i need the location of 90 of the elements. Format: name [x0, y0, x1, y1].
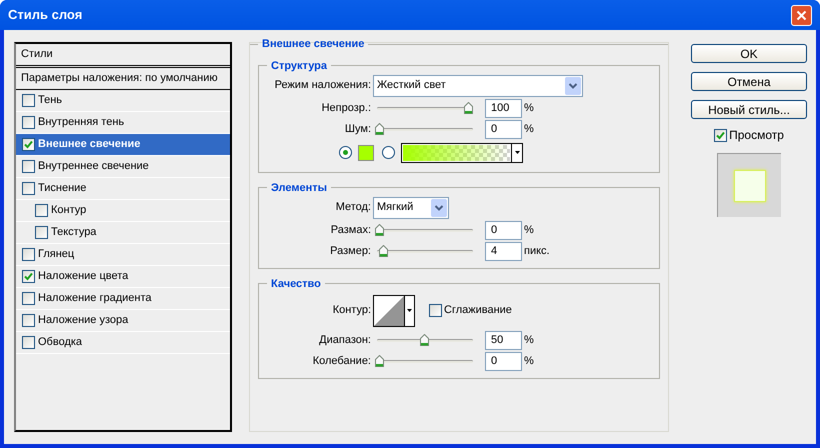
style-label: Контур	[51, 203, 86, 218]
style-label: Текстура	[51, 225, 96, 240]
checkbox[interactable]	[22, 160, 35, 173]
field-label: Диапазон:	[318, 332, 372, 348]
style-label: Глянец	[38, 247, 74, 262]
style-label: Наложение узора	[38, 313, 128, 328]
slider-thumb[interactable]	[375, 123, 384, 135]
checkbox[interactable]	[714, 128, 728, 142]
preview-thumbnail	[717, 153, 781, 217]
style-list-item[interactable]: Наложение градиента	[16, 288, 230, 310]
style-label: Внутреннее свечение	[38, 159, 149, 174]
unit-label: %	[524, 354, 534, 369]
number-field[interactable]: 50	[485, 330, 522, 350]
style-list-item[interactable]: Внутреннее свечение	[16, 156, 230, 178]
field-label: Размер:	[329, 244, 372, 259]
field-label: Размах:	[330, 222, 372, 238]
style-list-item[interactable]: Внешнее свечение	[16, 134, 230, 156]
radio-button[interactable]	[339, 146, 352, 159]
field-label: Режим наложения:	[274, 78, 372, 94]
close-icon	[796, 10, 807, 20]
checkbox-label: Сглаживание	[444, 303, 512, 318]
field-label: Колебание:	[312, 354, 372, 369]
style-list-item[interactable]: Глянец	[16, 244, 230, 266]
chevron-down-icon	[565, 76, 581, 94]
field-label: Шум:	[344, 122, 372, 137]
style-list-item[interactable]: Контур	[16, 200, 230, 222]
number-field[interactable]: 4	[485, 242, 522, 260]
dropdown[interactable]: Мягкий	[373, 196, 449, 218]
gradient-picker[interactable]	[401, 142, 523, 162]
caret-icon	[407, 309, 412, 312]
field-label: Непрозр.:	[320, 100, 372, 116]
checkbox-label: Просмотр	[729, 127, 784, 144]
slider-thumb[interactable]	[375, 224, 384, 236]
style-label: Наложение цвета	[38, 269, 128, 284]
checkbox[interactable]	[22, 182, 35, 195]
style-list-item[interactable]: Обводка	[16, 332, 230, 354]
dialog-button[interactable]: Отмена	[691, 72, 807, 91]
style-list-item[interactable]: Текстура	[16, 222, 230, 244]
blending-options[interactable]: Параметры наложения: по умолчанию	[16, 68, 230, 90]
checkbox[interactable]	[22, 138, 35, 151]
checkbox[interactable]	[22, 248, 35, 261]
checkbox[interactable]	[429, 304, 442, 317]
checkbox[interactable]	[22, 116, 35, 129]
style-list-item[interactable]: Тень	[16, 90, 230, 112]
style-label: Внешнее свечение	[38, 137, 140, 152]
slider-thumb[interactable]	[375, 355, 384, 367]
radio-button[interactable]	[382, 146, 395, 159]
number-field[interactable]: 0	[485, 220, 522, 240]
number-field[interactable]: 0	[485, 352, 522, 370]
chevron-down-icon	[431, 198, 447, 216]
slider-thumb[interactable]	[378, 245, 388, 257]
style-label: Внутренняя тень	[38, 115, 124, 130]
style-label: Обводка	[38, 335, 82, 350]
window-title: Стиль слоя	[8, 6, 82, 24]
checkbox[interactable]	[35, 226, 48, 239]
color-swatch[interactable]	[358, 144, 374, 160]
unit-label: %	[524, 122, 534, 137]
checkbox[interactable]	[35, 204, 48, 217]
dialog-button[interactable]: OK	[691, 44, 807, 63]
style-list-item[interactable]: Тиснение	[16, 178, 230, 200]
dropdown-value: Мягкий	[377, 200, 414, 216]
field-label: Контур:	[332, 303, 372, 318]
unit-label: пикс.	[524, 244, 550, 259]
panel-title: Внешнее свечение	[261, 37, 366, 52]
dropdown-value: Жесткий свет	[377, 78, 446, 94]
field-label: Метод:	[334, 200, 372, 216]
unit-label: %	[524, 222, 534, 238]
style-label: Тень	[38, 93, 62, 108]
checkbox[interactable]	[22, 336, 35, 349]
style-list-item[interactable]: Наложение узора	[16, 310, 230, 332]
style-label: Тиснение	[38, 181, 86, 196]
checkbox[interactable]	[22, 292, 35, 305]
unit-label: %	[524, 100, 534, 116]
close-button[interactable]	[791, 4, 812, 26]
dialog-button[interactable]: Новый стиль...	[691, 100, 807, 119]
contour-picker[interactable]	[373, 294, 415, 326]
slider-thumb[interactable]	[464, 102, 473, 114]
caret-icon	[514, 151, 520, 154]
number-field[interactable]: 0	[485, 120, 522, 138]
checkbox[interactable]	[22, 270, 35, 283]
style-label: Наложение градиента	[38, 291, 152, 306]
unit-label: %	[524, 332, 534, 348]
style-list-item[interactable]: Наложение цвета	[16, 266, 230, 288]
number-field[interactable]: 100	[485, 98, 522, 118]
checkbox[interactable]	[22, 94, 35, 107]
slider-thumb[interactable]	[420, 334, 428, 346]
dropdown[interactable]: Жесткий свет	[373, 74, 583, 96]
checkbox[interactable]	[22, 314, 35, 327]
styles-header[interactable]: Стили	[16, 44, 230, 68]
contour-curve-icon	[374, 296, 404, 326]
